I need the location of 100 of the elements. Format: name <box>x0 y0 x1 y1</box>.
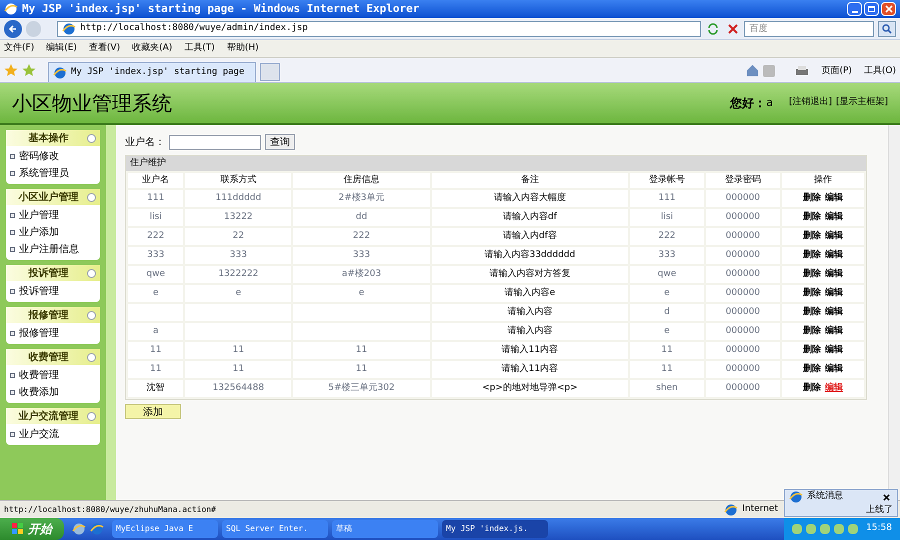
address-field[interactable]: http://localhost:8080/wuye/admin/index.jsp <box>57 20 702 36</box>
back-button[interactable] <box>4 20 22 38</box>
delete-link[interactable]: 删除 <box>802 192 821 203</box>
query-button[interactable]: 查询 <box>265 134 295 150</box>
menu-item[interactable]: 工具(T) <box>184 42 215 56</box>
sidebar-link[interactable]: 报修管理 <box>6 325 63 342</box>
delete-link[interactable]: 删除 <box>802 268 821 279</box>
sidebar-link[interactable]: 业户添加 <box>6 224 63 241</box>
sidebar-link[interactable]: 投诉管理 <box>6 283 63 300</box>
add-button[interactable]: 添加 <box>125 404 181 419</box>
delete-link[interactable]: 删除 <box>802 364 821 374</box>
owner-name-field[interactable] <box>169 134 261 150</box>
search-icon <box>882 24 892 34</box>
delete-link[interactable]: 删除 <box>802 230 821 241</box>
edit-link[interactable]: 编辑 <box>824 250 843 260</box>
table-cell: 请输入内容df <box>432 209 628 226</box>
edit-link[interactable]: 编辑 <box>824 268 843 279</box>
tray-icon[interactable] <box>848 524 858 534</box>
globe-icon <box>72 522 86 536</box>
table-cell: 132564488 <box>185 380 292 397</box>
menu-item[interactable]: 收藏夹(A) <box>132 42 172 56</box>
sidebar-link[interactable]: 密码修改 <box>6 148 63 165</box>
table-cell: qwe <box>630 266 704 283</box>
forward-button[interactable] <box>26 20 42 36</box>
url-text: http://localhost:8080/wuye/admin/index.jsp <box>80 22 308 35</box>
collapse-icon[interactable] <box>87 352 96 362</box>
home-icon[interactable] <box>746 64 760 77</box>
table-cell: 000000 <box>706 361 780 378</box>
edit-link[interactable]: 编辑 <box>824 382 843 393</box>
tray-icon[interactable] <box>834 524 844 534</box>
minimize-button[interactable] <box>847 2 862 16</box>
page-menu-button[interactable]: 页面(P) <box>821 64 852 78</box>
search-field[interactable]: 百度 <box>744 20 874 36</box>
table-cell: e <box>630 323 704 340</box>
user-name: a <box>766 94 773 111</box>
delete-link[interactable]: 删除 <box>802 344 821 355</box>
collapse-icon[interactable] <box>87 268 96 278</box>
sidebar-link[interactable]: 收费添加 <box>6 384 63 401</box>
column-header: 登录帐号 <box>630 173 704 188</box>
edit-link[interactable]: 编辑 <box>824 288 843 298</box>
edit-link[interactable]: 编辑 <box>824 212 843 222</box>
greeting-label: 您好： <box>730 95 766 112</box>
delete-link[interactable]: 删除 <box>802 250 821 260</box>
edit-link[interactable]: 编辑 <box>824 306 843 317</box>
tray-icon[interactable] <box>820 524 830 534</box>
taskbar-button[interactable]: 草稿 <box>332 520 438 538</box>
sidebar-link[interactable]: 业户注册信息 <box>6 241 83 258</box>
globe-icon <box>724 502 738 516</box>
add-favorite-icon[interactable] <box>22 63 36 77</box>
sidebar-link[interactable]: 收费管理 <box>6 367 63 384</box>
taskbar-button[interactable]: My JSP 'index.js. <box>442 520 548 538</box>
menu-item[interactable]: 查看(V) <box>88 42 120 56</box>
column-header: 操作 <box>782 173 864 188</box>
printer-icon[interactable] <box>795 65 810 77</box>
header-link[interactable]: [显示主框架] <box>836 96 888 110</box>
column-header: 登录密码 <box>706 173 780 188</box>
column-header: 备注 <box>432 173 628 188</box>
close-icon <box>884 5 892 13</box>
globe-icon <box>789 490 803 504</box>
collapse-icon[interactable] <box>87 192 96 202</box>
collapse-icon[interactable] <box>87 412 96 420</box>
edit-link[interactable]: 编辑 <box>824 192 843 203</box>
search-button[interactable] <box>878 20 896 36</box>
tray-icon[interactable] <box>792 524 802 534</box>
maximize-button[interactable] <box>864 2 879 16</box>
stop-icon <box>728 24 738 34</box>
table-cell: 000000 <box>706 304 780 321</box>
browser-tab[interactable]: My JSP 'index.jsp' starting page <box>48 62 256 82</box>
taskbar-button[interactable]: SQL Server Enter. <box>222 520 328 538</box>
edit-link[interactable]: 编辑 <box>824 364 843 374</box>
table-cell: 000000 <box>706 247 780 264</box>
status-url: http://localhost:8080/wuye/zhuhuMana.action# <box>4 504 217 516</box>
globe-icon <box>53 66 67 80</box>
edit-link[interactable]: 编辑 <box>824 326 843 336</box>
tools-menu-button[interactable]: 工具(O) <box>864 64 896 78</box>
edit-link[interactable]: 编辑 <box>824 230 843 241</box>
table-cell: 1322222 <box>185 266 292 283</box>
header-link[interactable]: [注销退出] <box>788 96 832 110</box>
delete-link[interactable]: 删除 <box>802 306 821 317</box>
delete-link[interactable]: 删除 <box>802 212 821 222</box>
menu-item[interactable]: 帮助(H) <box>226 42 259 56</box>
menu-item[interactable]: 文件(F) <box>4 42 34 56</box>
collapse-icon[interactable] <box>87 310 96 320</box>
delete-link[interactable]: 删除 <box>802 382 821 393</box>
table-cell: 111 <box>630 190 704 207</box>
sidebar-link[interactable]: 业户管理 <box>6 207 63 224</box>
close-button[interactable] <box>881 2 896 16</box>
edit-link[interactable]: 编辑 <box>824 344 843 355</box>
notification-title: 系统消息 <box>807 490 844 504</box>
delete-link[interactable]: 删除 <box>802 326 821 336</box>
menu-item[interactable]: 编辑(E) <box>46 42 77 56</box>
taskbar-button[interactable]: MyEclipse Java E <box>112 520 218 538</box>
sidebar-link[interactable]: 业户交流 <box>6 426 63 443</box>
bullet-icon <box>10 390 15 395</box>
sidebar-link[interactable]: 系统管理员 <box>6 165 73 182</box>
new-tab-button[interactable] <box>260 63 280 81</box>
tray-icon[interactable] <box>806 524 816 534</box>
delete-link[interactable]: 删除 <box>802 288 821 298</box>
star-icon[interactable] <box>4 63 18 77</box>
collapse-icon[interactable] <box>87 134 96 142</box>
